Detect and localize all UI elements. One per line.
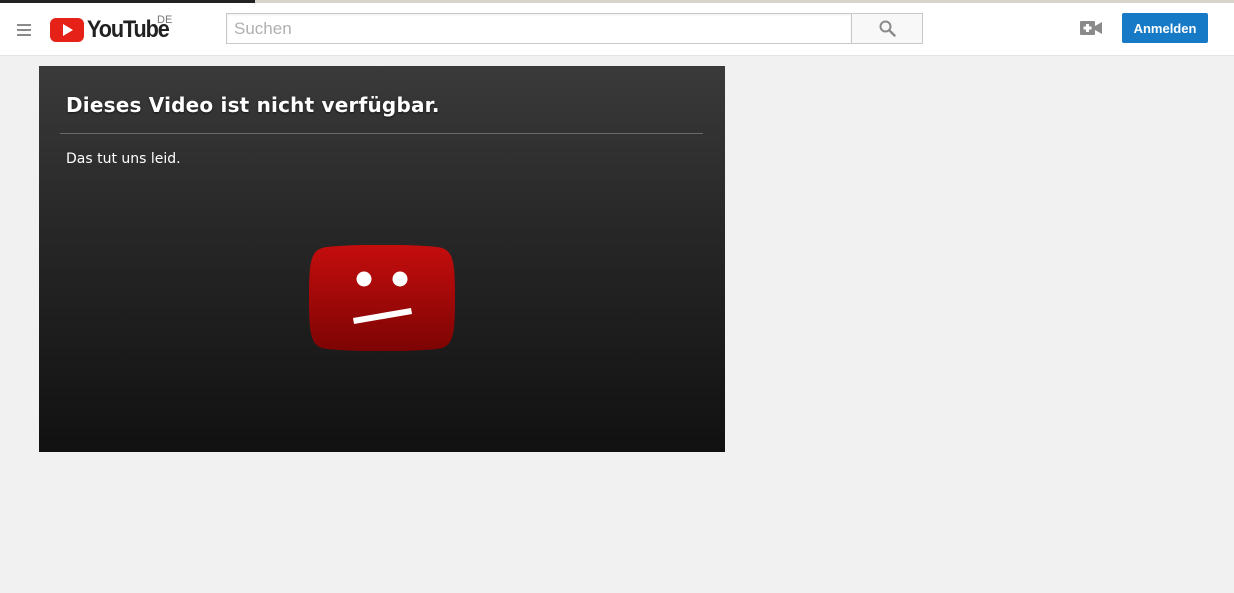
youtube-play-logo-icon <box>50 18 84 42</box>
player-divider <box>60 133 703 134</box>
sad-youtube-icon <box>309 245 455 351</box>
hamburger-menu-icon[interactable] <box>15 22 33 38</box>
masthead: YouTube DE Anmelden <box>0 3 1234 56</box>
signin-button[interactable]: Anmelden <box>1122 13 1208 43</box>
logo-country-code: DE <box>157 14 173 26</box>
unavailable-message: Das tut uns leid. <box>66 151 181 167</box>
video-upload-icon <box>1080 21 1102 35</box>
upload-button[interactable] <box>1080 19 1102 37</box>
search-icon <box>879 20 896 37</box>
search-form <box>226 13 923 44</box>
video-player: Dieses Video ist nicht verfügbar. Das tu… <box>39 66 725 452</box>
unavailable-title: Dieses Video ist nicht verfügbar. <box>66 93 440 117</box>
search-button[interactable] <box>851 13 923 44</box>
youtube-logo[interactable]: YouTube DE <box>50 14 178 45</box>
search-input[interactable] <box>226 13 851 44</box>
